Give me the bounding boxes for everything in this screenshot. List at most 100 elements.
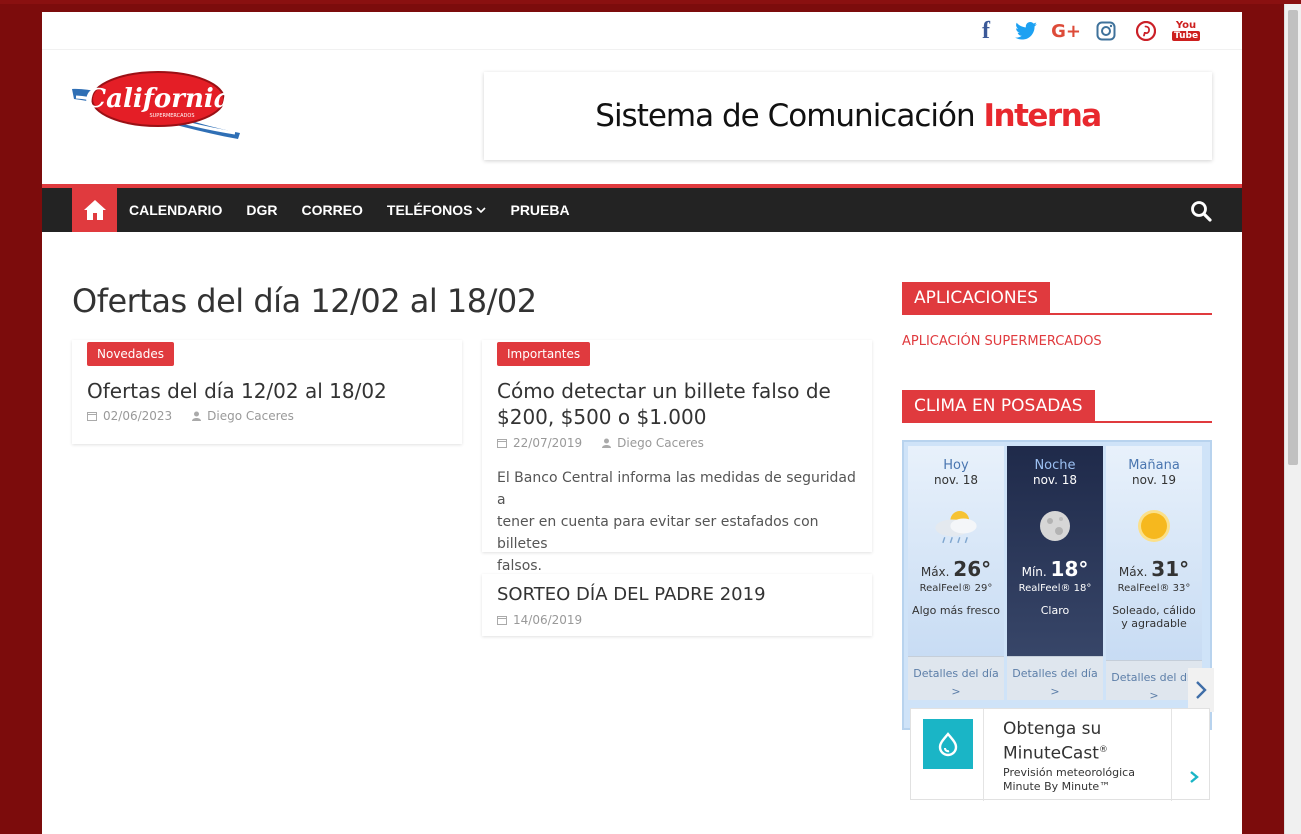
- search-icon: [1191, 201, 1212, 222]
- weather-temp-prefix: Máx.: [920, 565, 950, 579]
- post-meta: 14/06/2019: [497, 613, 582, 627]
- moon-icon: [1025, 501, 1085, 551]
- weather-details-link[interactable]: Detalles del día >: [1007, 656, 1103, 700]
- weather-day-tonight[interactable]: Noche nov. 18 Mín. 18° RealFeel® 18° Cla…: [1007, 446, 1103, 700]
- youtube-icon-bottom: Tube: [1171, 31, 1201, 41]
- facebook-icon[interactable]: f: [966, 18, 1006, 44]
- scrollbar[interactable]: [1284, 4, 1301, 834]
- minutecast-title: Obtenga su MinuteCast®: [1003, 719, 1163, 765]
- weather-desc: Soleado, cálido y agradable: [1106, 604, 1202, 630]
- banner-title: Sistema de Comunicación Interna: [595, 98, 1102, 134]
- weather-details-arrow: >: [1050, 685, 1060, 698]
- nav-item-dgr[interactable]: DGR: [234, 188, 289, 232]
- minutecast-title-line: Obtenga su: [1003, 719, 1102, 739]
- weather-details-link[interactable]: Detalles del día >: [908, 656, 1004, 700]
- chevron-down-icon: [476, 207, 487, 214]
- nav-item-telefonos[interactable]: TELÉFONOS: [375, 188, 499, 232]
- widget-title-aplicaciones: APLICACIONES: [902, 282, 1212, 315]
- search-button[interactable]: [1190, 200, 1212, 222]
- weather-temp-value: 26°: [953, 557, 992, 581]
- post-title[interactable]: Ofertas del día 12/02 al 18/02: [87, 378, 387, 404]
- post-author[interactable]: Diego Caceres: [617, 436, 704, 450]
- youtube-icon[interactable]: You Tube: [1166, 18, 1206, 44]
- weather-temp: Mín. 18°: [1007, 557, 1103, 581]
- weather-details-label: Detalles del día: [1012, 667, 1098, 680]
- post-title-line: $200, $500 o $1.000: [497, 405, 707, 429]
- instagram-icon[interactable]: [1086, 18, 1126, 44]
- logo-text: California: [85, 84, 230, 114]
- weather-temp-value: 31°: [1151, 557, 1190, 581]
- category-badge[interactable]: Importantes: [497, 342, 591, 366]
- minutecast-card[interactable]: Obtenga su MinuteCast® Previsión meteoro…: [910, 708, 1210, 801]
- widget-title-label: CLIMA EN POSADAS: [902, 390, 1095, 423]
- home-icon: [83, 200, 106, 220]
- weather-day-today[interactable]: Hoy nov. 18 Máx. 26° RealFeel® 29° Algo …: [908, 446, 1004, 700]
- social-bar: f G+ You Tube: [42, 12, 1242, 50]
- weather-label: Hoy: [943, 458, 969, 473]
- minutecast-sub-line: Minute By Minute™: [1003, 780, 1111, 793]
- weather-day-tomorrow[interactable]: Mañana nov. 19 Máx. 31° RealFeel® 33° So…: [1106, 446, 1202, 702]
- weather-temp: Máx. 26°: [908, 557, 1004, 581]
- home-button[interactable]: [72, 188, 117, 232]
- post-date[interactable]: 02/06/2023: [103, 409, 172, 423]
- calendar-icon: [87, 412, 97, 421]
- post-author[interactable]: Diego Caceres: [207, 409, 294, 423]
- post-excerpt: El Banco Central informa las medidas de …: [497, 467, 857, 577]
- weather-desc: Algo más fresco: [908, 604, 1004, 617]
- minutecast-divider-right: [1171, 709, 1172, 801]
- nav-item-correo[interactable]: CORREO: [289, 188, 374, 232]
- weather-next-button[interactable]: [1188, 668, 1214, 712]
- nav-menu: CALENDARIO DGR CORREO TELÉFONOS PRUEBA: [117, 188, 582, 232]
- minutecast-title-line: MinuteCast: [1003, 743, 1099, 764]
- chevron-right-icon: [1196, 681, 1207, 699]
- main-nav: CALENDARIO DGR CORREO TELÉFONOS PRUEBA: [42, 184, 1242, 232]
- scrollbar-thumb[interactable]: [1288, 10, 1298, 465]
- sun-icon: [1124, 501, 1184, 551]
- weather-desc-line: y agradable: [1121, 617, 1187, 630]
- app-link-supermercados[interactable]: APLICACIÓN SUPERMERCADOS: [902, 334, 1102, 349]
- weather-temp-prefix: Mín.: [1021, 565, 1047, 579]
- post-date[interactable]: 22/07/2019: [513, 436, 582, 450]
- weather-details-label: Detalles del día >: [1111, 671, 1197, 702]
- nav-item-label: CORREO: [301, 202, 363, 218]
- weather-desc: Claro: [1007, 604, 1103, 617]
- minutecast-subtitle: Previsión meteorológica Minute By Minute…: [1003, 766, 1135, 794]
- weather-date: nov. 19: [1131, 473, 1176, 487]
- youtube-icon-top: You: [1175, 20, 1197, 31]
- weather-temp-value: 18°: [1050, 557, 1089, 581]
- nav-item-label: TELÉFONOS: [386, 202, 473, 218]
- social-icons: f G+ You Tube: [966, 18, 1206, 44]
- weather-realfeel: RealFeel® 18°: [1018, 583, 1092, 594]
- chevron-right-icon[interactable]: [1189, 769, 1199, 788]
- google-plus-icon[interactable]: G+: [1046, 18, 1086, 44]
- excerpt-line: El Banco Central informa las medidas de …: [497, 470, 856, 508]
- pinterest-icon[interactable]: [1126, 18, 1166, 44]
- weather-label: Mañana: [1128, 458, 1180, 473]
- post-date[interactable]: 14/06/2019: [513, 613, 582, 627]
- site-logo[interactable]: California SUPERMERCADOS: [70, 67, 245, 142]
- weather-date: nov. 18: [933, 473, 978, 487]
- post-title[interactable]: Cómo detectar un billete falso de $200, …: [497, 378, 867, 430]
- post-card: Novedades Ofertas del día 12/02 al 18/02…: [72, 340, 462, 444]
- nav-item-prueba[interactable]: PRUEBA: [498, 188, 581, 232]
- banner-text: Sistema de Comunicación: [595, 98, 975, 134]
- nav-item-calendario[interactable]: CALENDARIO: [117, 188, 234, 232]
- excerpt-line: falsos.: [497, 558, 543, 574]
- widget-title-label: APLICACIONES: [902, 282, 1051, 315]
- window-top-strip: [0, 0, 1301, 4]
- category-badge[interactable]: Novedades: [87, 342, 175, 366]
- weather-widget: Hoy nov. 18 Máx. 26° RealFeel® 29° Algo …: [902, 440, 1214, 730]
- minutecast-sub-line: Previsión meteorológica: [1003, 766, 1135, 779]
- header-banner: Sistema de Comunicación Interna: [484, 72, 1212, 160]
- weather-temp-prefix: Máx.: [1118, 565, 1148, 579]
- weather-details-arrow: >: [951, 685, 961, 698]
- widget-title-clima: CLIMA EN POSADAS: [902, 390, 1212, 423]
- weather-realfeel: RealFeel® 33°: [1117, 583, 1191, 594]
- twitter-icon[interactable]: [1006, 18, 1046, 44]
- weather-details-label: Detalles del día: [913, 667, 999, 680]
- post-meta: 02/06/2023 Diego Caceres: [87, 409, 294, 423]
- minutecast-icon: [923, 719, 973, 769]
- weather-desc-line: Soleado, cálido: [1112, 604, 1196, 617]
- nav-item-label: DGR: [246, 202, 278, 218]
- post-title[interactable]: SORTEO DÍA DEL PADRE 2019: [497, 582, 766, 608]
